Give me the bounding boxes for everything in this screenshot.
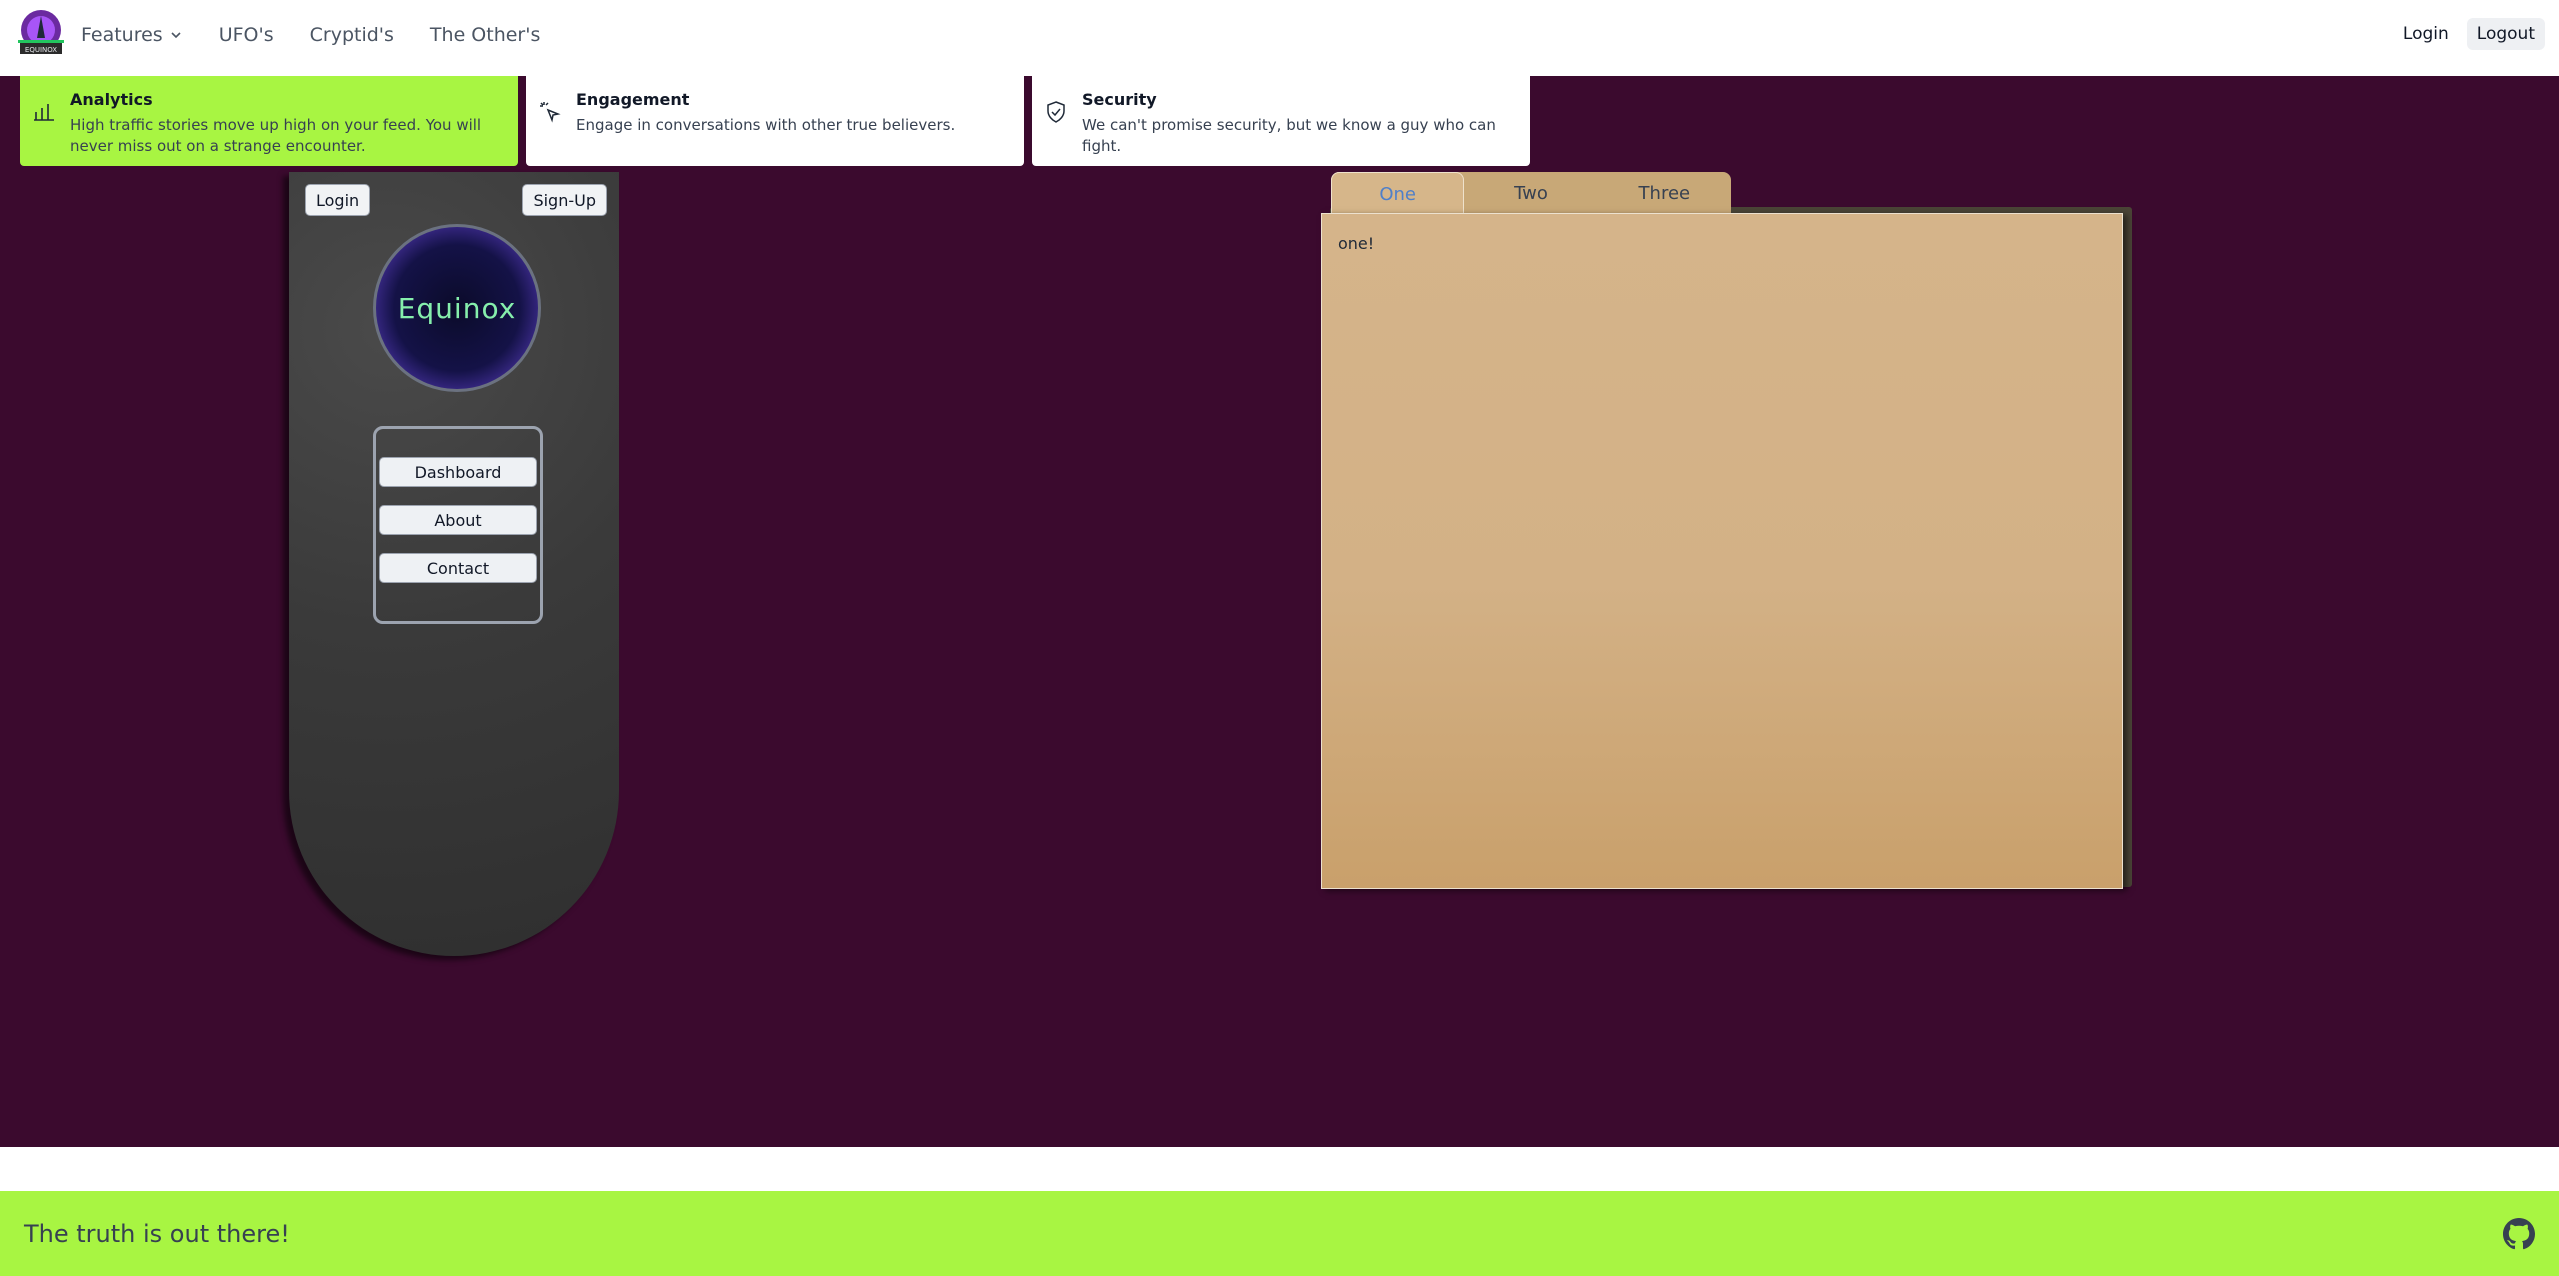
dashboard-button[interactable]: Dashboard [379, 457, 537, 487]
nav-cryptids-label: Cryptid's [309, 24, 394, 46]
tab-three[interactable]: Three [1598, 172, 1731, 215]
brand-name: Equinox [397, 291, 517, 325]
nav-others[interactable]: The Other's [430, 24, 540, 46]
chevron-down-icon [171, 32, 181, 39]
bar-chart-icon [34, 104, 54, 121]
svg-text:EQUINOX: EQUINOX [25, 46, 57, 54]
feature-title: Engagement [576, 90, 690, 109]
feature-engagement[interactable]: Engagement Engage in conversations with … [526, 76, 1024, 166]
logout-button[interactable]: Logout [2466, 18, 2545, 50]
nav-ufos-label: UFO's [218, 24, 274, 46]
contact-button[interactable]: Contact [379, 553, 537, 583]
feature-title: Security [1082, 90, 1157, 109]
nav-cryptids[interactable]: Cryptid's [310, 24, 394, 46]
auth-links: Login Logout [2393, 18, 2545, 50]
feature-analytics[interactable]: Analytics High traffic stories move up h… [20, 76, 518, 166]
nav-features-label: Features [81, 24, 163, 46]
feature-description: We can't promise security, but we know a… [1082, 116, 1496, 155]
nav-others-label: The Other's [429, 24, 541, 46]
footer-spacer [0, 1147, 2559, 1191]
tab-content-text: one! [1338, 234, 1375, 253]
feature-description: High traffic stories move up high on you… [70, 116, 482, 155]
equinox-logo[interactable]: EQUINOX [18, 8, 64, 62]
panel-login-button[interactable]: Login [305, 184, 371, 216]
login-button[interactable]: Login [2393, 18, 2459, 50]
folder-tabs: One Two Three [1331, 172, 1731, 215]
brand-orb: Equinox [373, 224, 541, 392]
about-button[interactable]: About [379, 505, 537, 535]
footer-tagline: The truth is out there! [24, 1219, 290, 1248]
panel-menu: Dashboard About Contact [373, 426, 543, 624]
github-icon[interactable] [2503, 1217, 2535, 1250]
nav-ufos[interactable]: UFO's [219, 24, 274, 46]
tab-one[interactable]: One [1331, 172, 1465, 215]
feature-security[interactable]: Security We can't promise security, but … [1032, 76, 1530, 166]
feature-description: Engage in conversations with other true … [576, 116, 956, 134]
folder-content: one! [1321, 213, 2123, 889]
top-navbar: EQUINOX Features UFO's Cryptid's The Oth… [0, 0, 2559, 76]
feature-title: Analytics [70, 90, 153, 109]
shield-check-icon [1047, 101, 1065, 123]
panel-signup-button[interactable]: Sign-Up [522, 184, 607, 216]
features-dropdown: Analytics High traffic stories move up h… [20, 76, 1530, 166]
cursor-click-icon [540, 102, 561, 123]
tab-two[interactable]: Two [1464, 172, 1597, 215]
side-panel: Login Sign-Up Equinox Dashboard About Co… [289, 172, 619, 956]
footer: The truth is out there! [0, 1191, 2559, 1276]
nav-features[interactable]: Features [81, 24, 183, 46]
main-nav: Features UFO's Cryptid's The Other's [81, 0, 576, 70]
